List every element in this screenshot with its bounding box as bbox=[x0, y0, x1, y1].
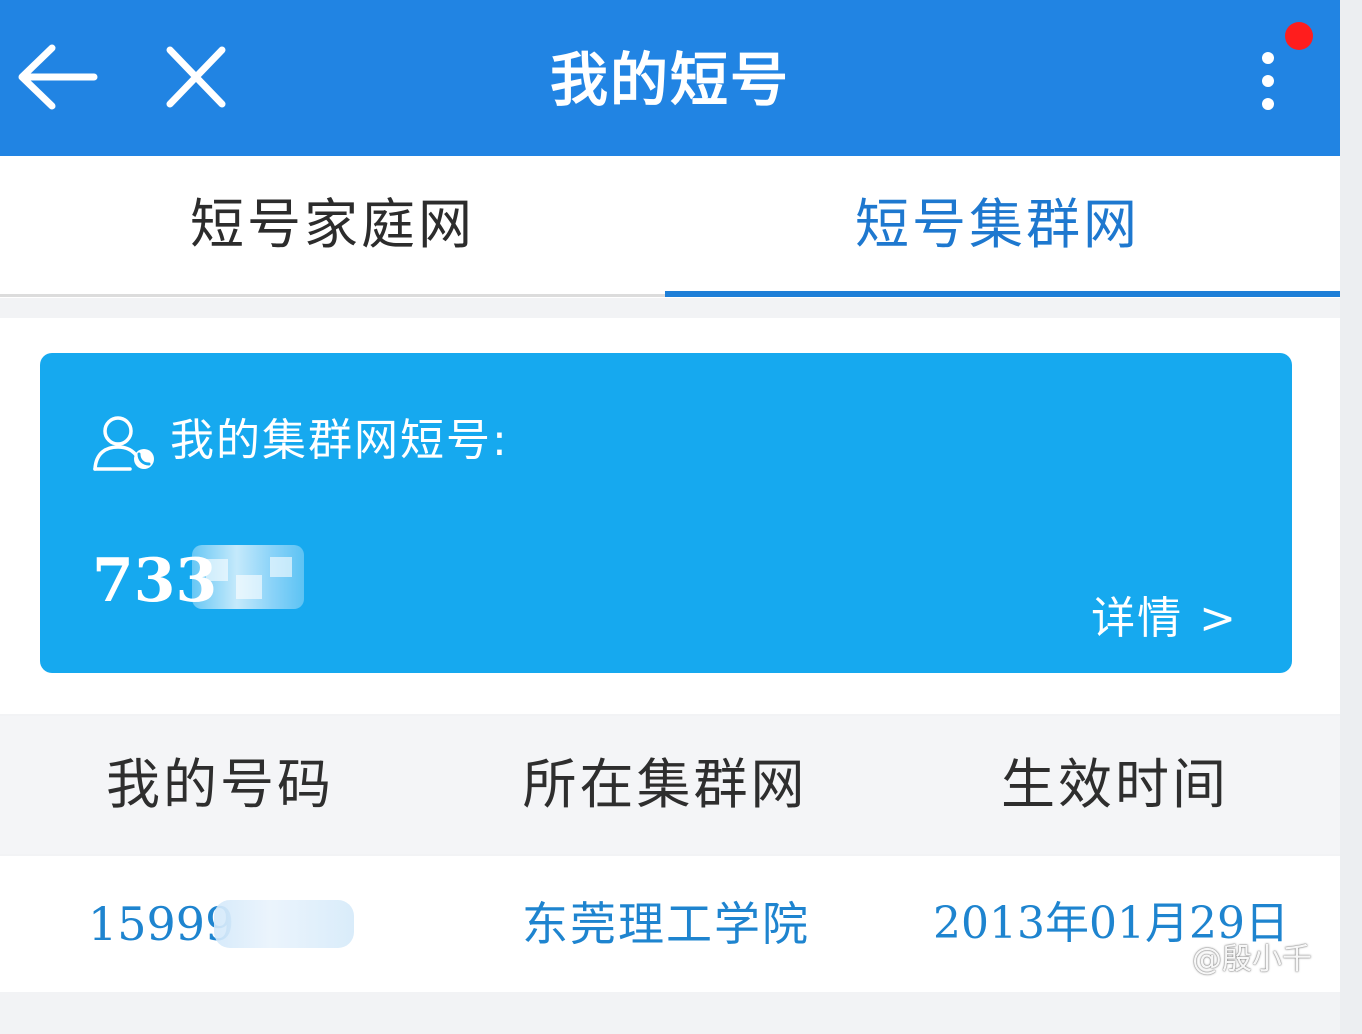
app-screen: 我的短号 短号家庭网 短号集群网 我的集群网短号: 733 详情 > 我的号码 … bbox=[0, 0, 1340, 1034]
tab-cluster-network[interactable]: 短号集群网 bbox=[665, 156, 1330, 294]
notification-dot bbox=[1285, 22, 1313, 50]
cell-my-number: 15999 bbox=[88, 856, 354, 992]
details-link[interactable]: 详情 > bbox=[1091, 589, 1238, 649]
user-phone-icon bbox=[92, 413, 160, 473]
phone-number-text: 15999 bbox=[88, 897, 235, 951]
table-header: 我的号码 所在集群网 生效时间 bbox=[0, 716, 1340, 854]
right-edge bbox=[1340, 0, 1362, 1034]
tab-family-network[interactable]: 短号家庭网 bbox=[0, 156, 665, 294]
top-navigation-bar: 我的短号 bbox=[0, 0, 1340, 156]
redacted-digits bbox=[214, 900, 354, 948]
header-my-number: 我的号码 bbox=[106, 753, 334, 816]
short-number-card: 我的集群网短号: 733 详情 > bbox=[40, 353, 1292, 673]
more-vertical-icon[interactable] bbox=[1248, 42, 1288, 120]
redacted-digits bbox=[192, 545, 304, 609]
short-number-section: 我的集群网短号: 733 详情 > bbox=[0, 318, 1340, 714]
bottom-background bbox=[0, 992, 1340, 1034]
weibo-icon bbox=[1141, 944, 1182, 978]
table-row: 15999 东莞理工学院 2013年01月29日 bbox=[0, 856, 1340, 992]
tab-bar: 短号家庭网 短号集群网 bbox=[0, 156, 1340, 298]
short-number-label: 我的集群网短号: bbox=[170, 415, 509, 466]
active-tab-indicator bbox=[665, 291, 1340, 297]
watermark-text: @殷小千 bbox=[1192, 942, 1312, 977]
page-title: 我的短号 bbox=[549, 46, 790, 114]
cell-network: 东莞理工学院 bbox=[522, 897, 810, 951]
tab-divider bbox=[0, 294, 665, 297]
header-network: 所在集群网 bbox=[522, 753, 808, 816]
header-effective-time: 生效时间 bbox=[1001, 753, 1229, 816]
